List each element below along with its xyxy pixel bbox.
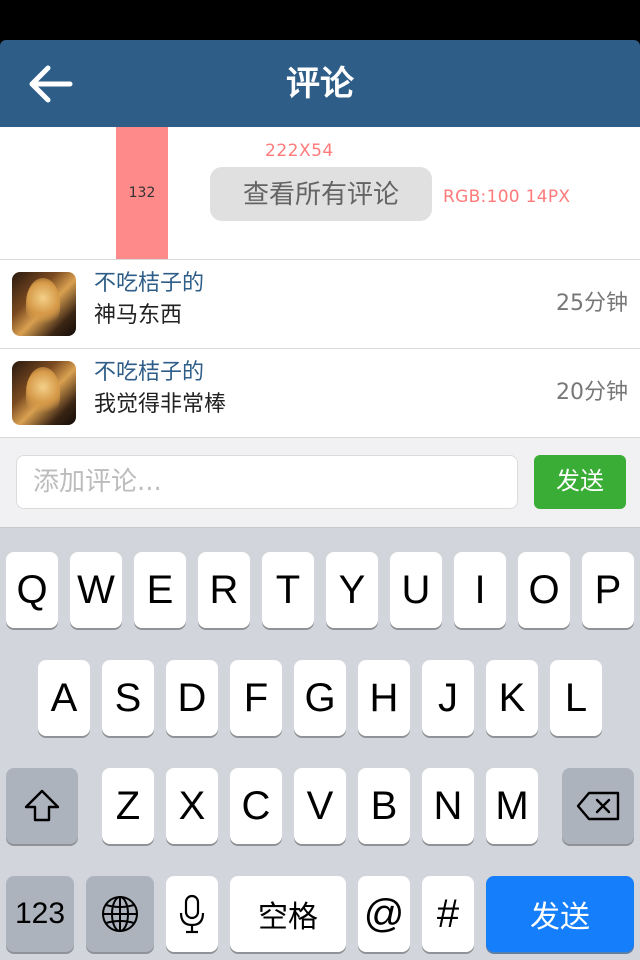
key-n[interactable]: N xyxy=(422,768,474,844)
comment-author[interactable]: 不吃桔子的 xyxy=(94,359,204,387)
comment-item[interactable]: 不吃桔子的 我觉得非常棒 20分钟 xyxy=(0,349,640,438)
key-m[interactable]: M xyxy=(486,768,538,844)
keyboard-send-key[interactable]: 发送 xyxy=(486,876,634,952)
key-p[interactable]: P xyxy=(582,552,634,628)
backspace-icon xyxy=(576,791,620,821)
measure-value: 132 xyxy=(128,185,156,201)
key-i[interactable]: I xyxy=(454,552,506,628)
key-w[interactable]: W xyxy=(70,552,122,628)
key-u[interactable]: U xyxy=(390,552,442,628)
globe-key[interactable] xyxy=(86,876,154,952)
key-o[interactable]: O xyxy=(518,552,570,628)
numbers-key[interactable]: 123 xyxy=(6,876,74,952)
key-v[interactable]: V xyxy=(294,768,346,844)
comment-time: 25分钟 xyxy=(556,291,628,316)
shift-key[interactable] xyxy=(6,768,78,844)
key-j[interactable]: J xyxy=(422,660,474,736)
key-s[interactable]: S xyxy=(102,660,154,736)
shift-icon xyxy=(24,789,60,822)
comment-input[interactable] xyxy=(16,455,518,509)
size-annotation: 222X54 xyxy=(265,141,334,161)
key-h[interactable]: H xyxy=(358,660,410,736)
avatar[interactable] xyxy=(12,272,76,336)
key-f[interactable]: F xyxy=(230,660,282,736)
keyboard: Q W E R T Y U I O P A S D F G H J K L Z … xyxy=(0,528,640,960)
measure-annotation: 132 xyxy=(116,127,168,259)
key-b[interactable]: B xyxy=(358,768,410,844)
nav-bar: 评论 xyxy=(0,40,640,127)
key-d[interactable]: D xyxy=(166,660,218,736)
backspace-key[interactable] xyxy=(562,768,634,844)
key-k[interactable]: K xyxy=(486,660,538,736)
comment-text: 我觉得非常棒 xyxy=(94,392,227,417)
comment-time: 20分钟 xyxy=(556,380,628,405)
comment-input-bar: 发送 xyxy=(0,438,640,528)
globe-icon xyxy=(102,896,138,932)
avatar[interactable] xyxy=(12,361,76,425)
key-g[interactable]: G xyxy=(294,660,346,736)
key-r[interactable]: R xyxy=(198,552,250,628)
status-bar xyxy=(0,0,640,40)
key-y[interactable]: Y xyxy=(326,552,378,628)
view-all-section: 132 222X54 查看所有评论 RGB:100 14PX xyxy=(0,127,640,260)
view-all-comments-button[interactable]: 查看所有评论 xyxy=(210,167,432,221)
key-l[interactable]: L xyxy=(550,660,602,736)
page-title: 评论 xyxy=(286,64,354,104)
key-t[interactable]: T xyxy=(262,552,314,628)
comment-item[interactable]: 不吃桔子的 神马东西 25分钟 xyxy=(0,260,640,349)
hash-key[interactable]: # xyxy=(422,876,474,952)
key-x[interactable]: X xyxy=(166,768,218,844)
microphone-key[interactable] xyxy=(166,876,218,952)
key-c[interactable]: C xyxy=(230,768,282,844)
rgb-annotation: RGB:100 14PX xyxy=(443,187,571,207)
key-z[interactable]: Z xyxy=(102,768,154,844)
microphone-icon xyxy=(179,894,205,934)
at-key[interactable]: @ xyxy=(358,876,410,952)
key-e[interactable]: E xyxy=(134,552,186,628)
comment-author[interactable]: 不吃桔子的 xyxy=(94,270,204,298)
key-q[interactable]: Q xyxy=(6,552,58,628)
space-key[interactable]: 空格 xyxy=(230,876,346,952)
send-button[interactable]: 发送 xyxy=(534,455,626,509)
comment-text: 神马东西 xyxy=(94,303,183,328)
key-a[interactable]: A xyxy=(38,660,90,736)
